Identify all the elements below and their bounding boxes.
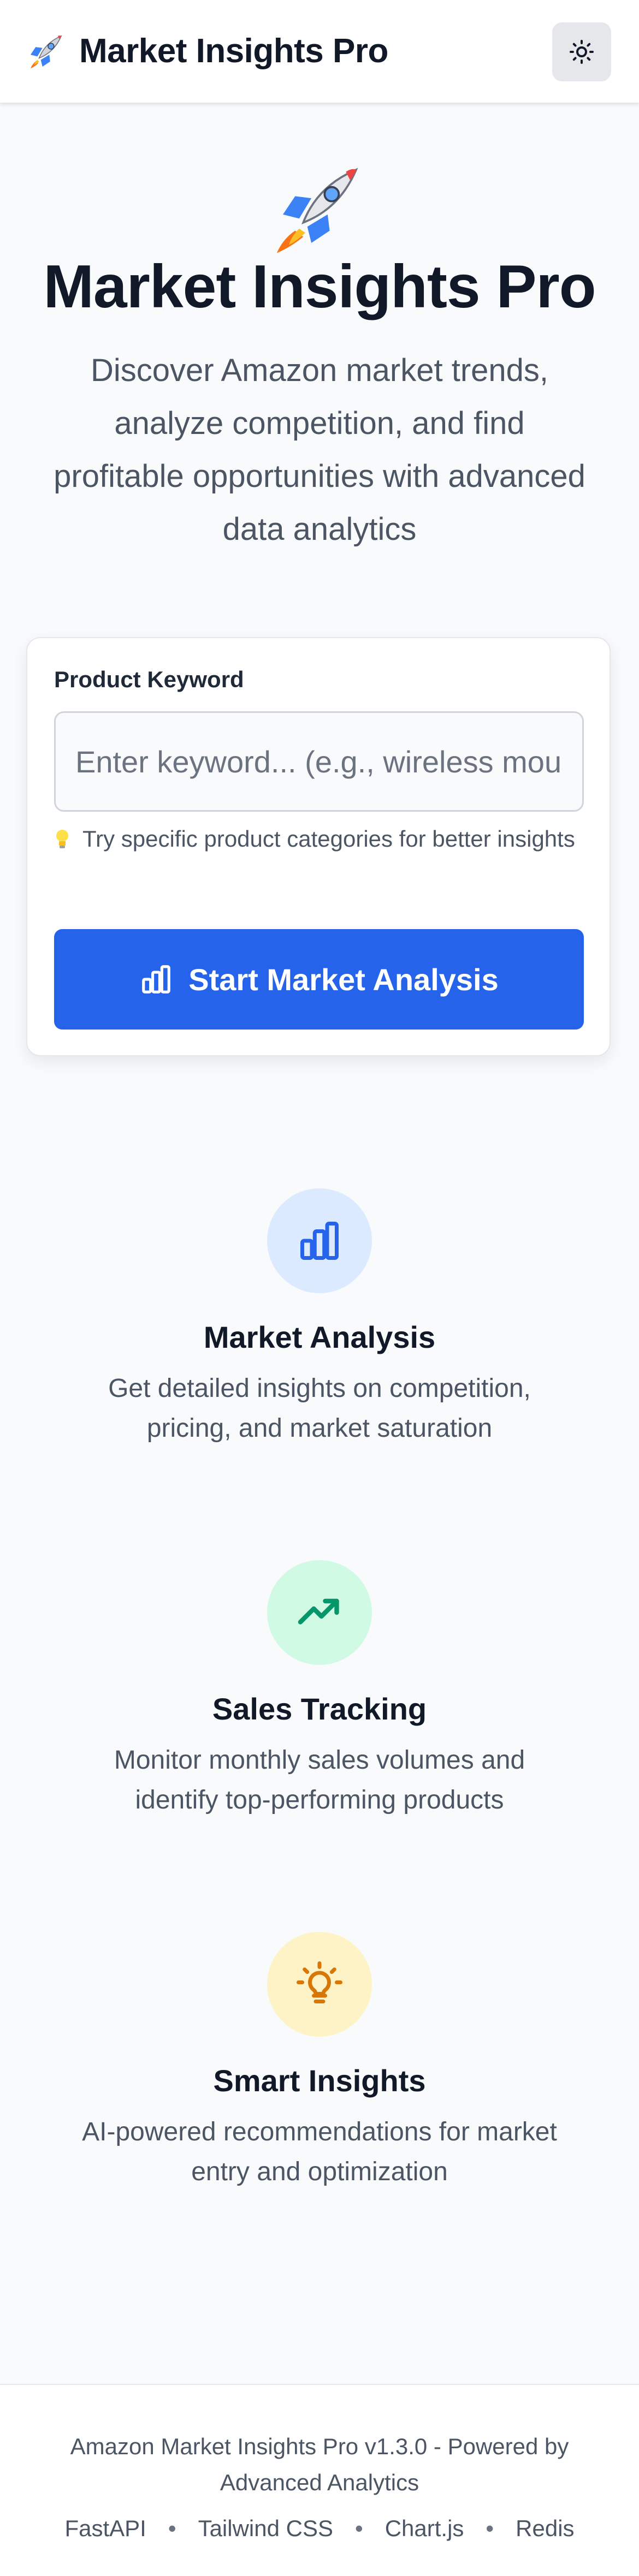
- separator-dot: •: [486, 2515, 494, 2541]
- lightbulb-icon: [297, 1961, 342, 2003]
- sun-icon: [570, 40, 594, 64]
- footer-tech-redis: Redis: [516, 2515, 575, 2541]
- lightbulb-icon: [56, 830, 68, 848]
- feature-icon-circle: [267, 1932, 372, 2037]
- bar-chart-icon: [142, 965, 171, 993]
- hero-subtitle: Discover Amazon market trends, analyze c…: [54, 353, 585, 547]
- trending-up-icon: [298, 1598, 339, 1625]
- feature-description: Get detailed insights on competition, pr…: [108, 1374, 531, 1443]
- separator-dot: •: [168, 2515, 176, 2541]
- separator-dot: •: [355, 2515, 363, 2541]
- feature-title: Sales Tracking: [212, 1692, 427, 1726]
- feature-title: Smart Insights: [213, 2063, 426, 2098]
- footer-text: Amazon Market Insights Pro v1.3.0 - Powe…: [70, 2434, 569, 2495]
- feature-description: Monitor monthly sales volumes and identi…: [114, 1746, 525, 1814]
- feature-icon-circle: [267, 1560, 372, 1665]
- search-card: Product Keyword Try specific product cat…: [26, 637, 611, 1056]
- search-tip-text: Try specific product categories for bett…: [82, 826, 575, 852]
- feature-description: AI-powered recommendations for market en…: [82, 2117, 557, 2186]
- brand-title: Market Insights Pro: [79, 32, 388, 70]
- rocket-icon: [276, 168, 358, 253]
- footer-tech-list: FastAPI • Tailwind CSS • Chart.js • Redi…: [0, 2510, 639, 2547]
- feature-title: Market Analysis: [203, 1320, 436, 1354]
- keyword-input[interactable]: [54, 711, 584, 812]
- start-analysis-button[interactable]: Start Market Analysis: [54, 929, 584, 1030]
- bar-chart-icon: [300, 1222, 339, 1260]
- top-navbar: Market Insights Pro: [0, 0, 639, 103]
- feature-icon-circle: [267, 1188, 372, 1293]
- start-analysis-label: Start Market Analysis: [188, 962, 499, 997]
- footer-tech-fastapi: FastAPI: [64, 2515, 146, 2541]
- keyword-label: Product Keyword: [54, 667, 244, 692]
- footer: Amazon Market Insights Pro v1.3.0 - Powe…: [0, 2384, 639, 2576]
- footer-tech-tailwind: Tailwind CSS: [198, 2515, 333, 2541]
- theme-toggle-button[interactable]: [552, 22, 611, 81]
- search-tip: Try specific product categories for bett…: [54, 823, 584, 855]
- rocket-icon: [30, 35, 62, 69]
- hero-title: Market Insights Pro: [43, 253, 596, 320]
- footer-tech-chartjs: Chart.js: [384, 2515, 464, 2541]
- brand[interactable]: Market Insights Pro: [25, 28, 388, 74]
